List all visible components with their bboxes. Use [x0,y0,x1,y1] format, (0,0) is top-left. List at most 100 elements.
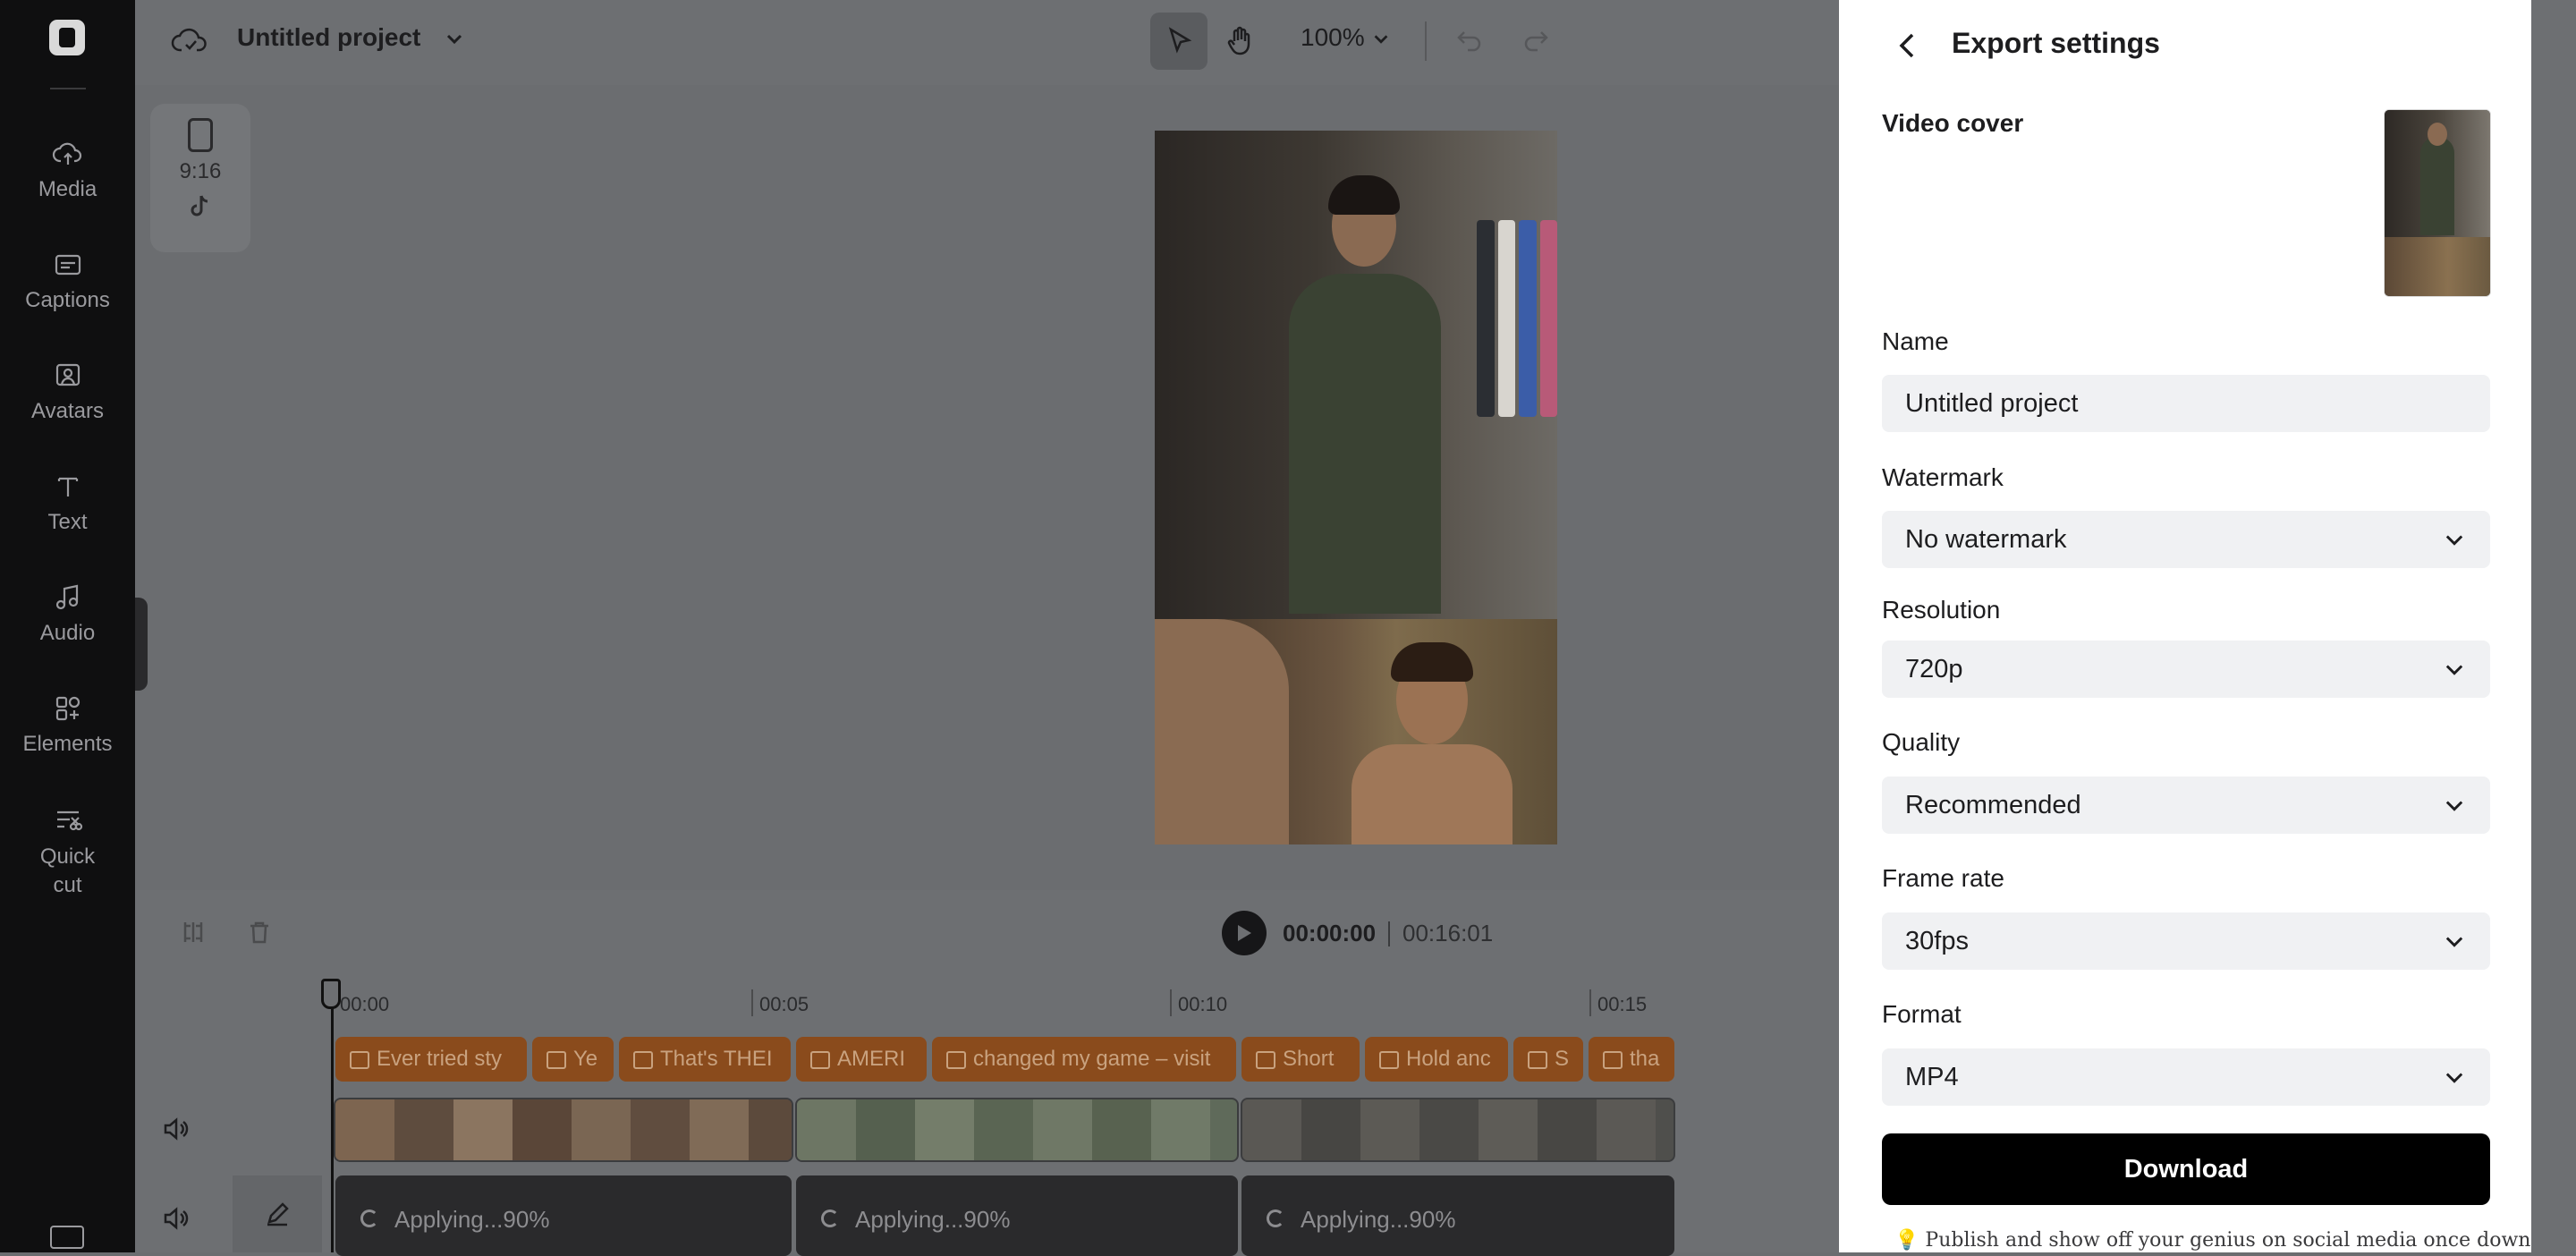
back-arrow-icon[interactable] [1894,30,1921,65]
split-icon[interactable] [180,919,207,950]
caption-clip[interactable]: Hold anc [1365,1037,1508,1082]
video-clip[interactable] [795,1098,1239,1162]
pencil-icon [267,1202,289,1226]
spinner-icon [821,1209,839,1227]
person-figure [1289,166,1441,614]
project-title[interactable]: Untitled project [237,23,420,52]
video-cover-thumbnail[interactable] [2384,109,2491,297]
ruler-tick [1170,989,1172,1016]
panel-collapse-handle[interactable] [135,598,148,691]
format-select[interactable]: MP4 [1882,1048,2490,1106]
elements-icon [48,689,88,728]
speaker-icon[interactable] [161,1204,190,1237]
applying-text: Applying...90% [1301,1206,1456,1233]
cloud-save-icon[interactable] [171,21,210,62]
music-note-icon [48,578,88,617]
hand-tool-button[interactable] [1212,13,1269,70]
sidebar-item-label: Avatars [31,399,104,423]
caption-clip[interactable]: AMERI [796,1037,927,1082]
playhead[interactable] [331,980,334,1252]
sidebar-item-media[interactable]: Media [0,134,135,202]
download-button[interactable]: Download [1882,1133,2490,1205]
speaker-icon[interactable] [161,1115,190,1148]
caption-clip[interactable]: tha [1589,1037,1674,1082]
sidebar-item-elements[interactable]: Elements [0,689,135,757]
video-clip[interactable] [1241,1098,1675,1162]
tiktok-icon [150,193,250,225]
caption-clip[interactable]: Short [1241,1037,1360,1082]
watermark-label: Watermark [1882,463,2004,491]
name-input-value: Untitled project [1905,388,2079,418]
avatar-icon [48,356,88,395]
chevron-down-icon[interactable] [444,29,465,55]
right-edge-overlay [2531,0,2576,1252]
app-logo-icon[interactable] [49,20,85,55]
zoom-value: 100% [1301,23,1365,51]
sidebar-item-captions[interactable]: Captions [0,245,135,313]
frame-rate-select[interactable]: 30fps [1882,912,2490,970]
resolution-select[interactable]: 720p [1882,641,2490,698]
play-button[interactable] [1222,911,1267,955]
sidebar-item-label: Text [47,510,88,534]
ruler-tick [1589,989,1591,1016]
sidebar-item-avatars[interactable]: Avatars [0,356,135,424]
spinner-icon [1267,1209,1284,1227]
hanging-clothes [1477,220,1557,417]
panel-title: Export settings [1952,27,2160,59]
sidebar-item-audio[interactable]: Audio [0,578,135,646]
sidebar-item-label: Audio [39,621,96,645]
applying-clip[interactable]: Applying...90% [335,1175,792,1256]
phone-frame-icon [188,118,213,152]
playhead-handle[interactable] [321,979,341,1009]
redo-icon[interactable] [1521,25,1554,62]
caption-clip-text: Ever tried sty [377,1047,503,1071]
caption-clip-text: Ye [573,1047,598,1071]
name-label: Name [1882,327,1949,355]
canvas-area[interactable] [135,85,1839,890]
video-preview[interactable] [1155,131,1557,844]
video-preview-bottom-clip [1155,619,1557,844]
name-input[interactable]: Untitled project [1882,375,2490,432]
publish-tip: 💡 Publish and show off your genius on so… [1894,1229,2576,1252]
caption-clip[interactable]: Ye [532,1037,614,1082]
sidebar-item-quick-cut[interactable]: Quick cut [0,800,135,900]
sidebar-item-label: Captions [25,288,110,312]
sidebar-item-text[interactable]: Text [0,467,135,535]
left-sidebar: Media Captions Avatars Text Audio Elemen… [0,0,135,1252]
applying-clip[interactable]: Applying...90% [1241,1175,1674,1256]
sidebar-item-label: Quick [39,844,96,869]
sidebar-divider [50,88,86,89]
frame-rate-label: Frame rate [1882,864,2004,892]
resolution-label: Resolution [1882,596,2001,624]
watermark-select[interactable]: No watermark [1882,511,2490,568]
trash-icon[interactable] [246,919,273,950]
chevron-down-icon [2445,1073,2463,1083]
caption-clip-text: S [1555,1047,1570,1071]
keyboard-icon[interactable] [50,1226,84,1249]
quality-select[interactable]: Recommended [1882,777,2490,834]
undo-icon[interactable] [1452,25,1484,62]
sidebar-item-label: Elements [22,732,113,756]
resolution-value: 720p [1905,654,1963,683]
zoom-dropdown[interactable]: 100% [1301,23,1391,52]
video-clip[interactable] [334,1098,793,1162]
chevron-down-icon [2445,801,2463,811]
format-value: MP4 [1905,1062,1959,1091]
ruler-tick [751,989,753,1016]
text-icon [48,467,88,506]
quality-value: Recommended [1905,790,2081,819]
caption-clip[interactable]: changed my game – visit [932,1037,1236,1082]
select-tool-button[interactable] [1150,13,1208,70]
sidebar-item-label: Media [38,177,97,201]
captions-icon [48,245,88,284]
export-settings-panel: Export settings Video cover Name Untitle… [1839,0,2576,1252]
caption-clip[interactable]: That's THEI [619,1037,791,1082]
applying-clip[interactable]: Applying...90% [796,1175,1238,1256]
edit-track-button[interactable] [233,1175,322,1252]
caption-clip-text: AMERI [837,1047,906,1071]
caption-clip[interactable]: Ever tried sty [335,1037,527,1082]
caption-clip[interactable]: S [1513,1037,1583,1082]
caption-clip-text: Short [1283,1047,1335,1071]
aspect-ratio-card[interactable]: 9:16 [150,104,250,252]
ruler-label: 00:00 [340,993,390,1015]
